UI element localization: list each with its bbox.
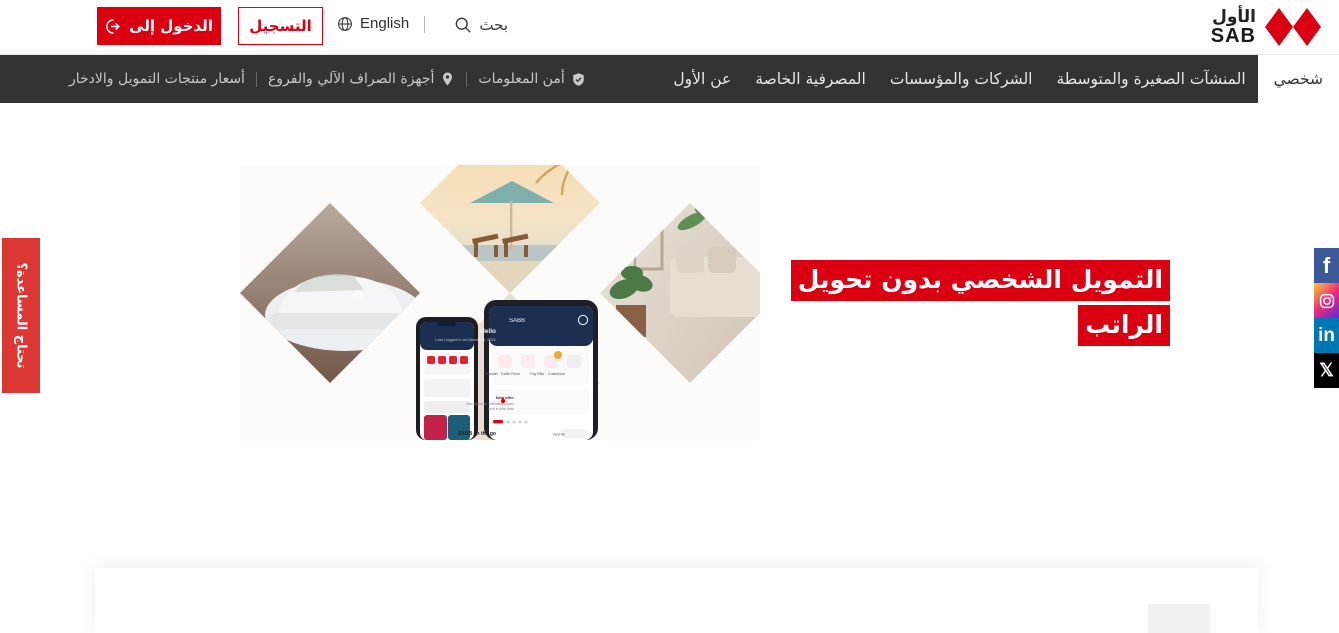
nav-item-label: أجهزة الصراف الآلي والفروع (267, 71, 435, 87)
linkedin-icon[interactable]: in (1314, 318, 1339, 353)
nav-item-about[interactable]: عن الأول (661, 55, 743, 103)
secondary-nav-divider (466, 71, 468, 87)
nav-item-label: شخصي (1273, 70, 1323, 88)
hero-collage-svg: SABB Hello Last Logged in on March 10, 2… (240, 165, 760, 440)
nav-item-label: أمن المعلومات (478, 71, 565, 87)
social-rail: f in 𝕏 (1314, 248, 1339, 388)
svg-text:Description of notifications g: Description of notifications goes (466, 402, 514, 406)
nav-item-information-security[interactable]: أمن المعلومات (471, 71, 592, 87)
linkedin-glyph: in (1318, 324, 1335, 346)
hero-section: SABB Hello Last Logged in on March 10, 2… (0, 103, 1339, 543)
nav-item-rates[interactable]: أسعار منتجات التمويل والادخار (62, 71, 252, 87)
sab-hexagon-logo-icon (1265, 8, 1321, 46)
svg-text:SABB on the go: SABB on the go (458, 431, 496, 437)
nav-item-label: المنشآت الصغيرة والمتوسطة (1056, 70, 1246, 88)
nav-item-label: عن الأول (673, 70, 732, 88)
nav-item-corporate[interactable]: الشركات والمؤسسات (878, 55, 1045, 103)
help-tab[interactable]: تحتاج المساعدة؟ (2, 238, 40, 393)
location-pin-icon (443, 72, 453, 86)
nav-item-personal[interactable]: شخصي (1257, 55, 1339, 103)
hero-headline-line2: الراتب (1078, 304, 1170, 346)
help-tab-label: تحتاج المساعدة؟ (13, 262, 29, 369)
page-root: الأول SAB الدخول إلى التسجيل English بحث (0, 0, 1339, 633)
login-button[interactable]: الدخول إلى (97, 7, 221, 45)
login-arrow-icon (106, 18, 120, 34)
hero-image: SABB Hello Last Logged in on March 10, 2… (240, 165, 760, 440)
login-button-label: الدخول إلى (129, 17, 213, 35)
globe-icon (338, 16, 352, 31)
secondary-nav-divider (255, 71, 257, 87)
brand-name-ar: الأول (1212, 6, 1256, 27)
svg-text:SABB: SABB (509, 318, 525, 324)
instagram-icon[interactable] (1314, 283, 1339, 318)
svg-text:Hello: Hello (480, 328, 496, 335)
brand-name-en: SAB (1210, 24, 1256, 47)
nav-item-sme[interactable]: المنشآت الصغيرة والمتوسطة (1045, 55, 1258, 103)
nav-item-label: المصرفية الخاصة (755, 70, 866, 88)
content-card (95, 568, 1258, 633)
hero-headline-line1: التمويل الشخصي بدون تحويل (790, 260, 1170, 301)
shield-check-icon (572, 72, 584, 86)
utility-bar: الأول SAB الدخول إلى التسجيل English بحث (0, 0, 1339, 55)
x-twitter-icon[interactable]: 𝕏 (1314, 353, 1339, 388)
svg-text:here in here lines: here in here lines (488, 407, 514, 411)
svg-text:View All: View All (552, 433, 565, 437)
hero-phone-small (416, 317, 478, 440)
brand-wordmark: الأول SAB (1210, 6, 1256, 47)
search-label: بحث (479, 16, 508, 34)
nav-item-label: أسعار منتجات التمويل والادخار (69, 71, 245, 87)
brand-logo[interactable]: الأول SAB (1211, 8, 1321, 46)
nav-item-label: الشركات والمؤسسات (889, 70, 1033, 88)
facebook-icon[interactable]: f (1314, 248, 1339, 283)
nav-item-private-banking[interactable]: المصرفية الخاصة (743, 55, 878, 103)
x-twitter-glyph: 𝕏 (1319, 360, 1334, 380)
language-switch[interactable]: English (337, 15, 409, 32)
language-switch-label: English (360, 15, 410, 32)
primary-nav-list: شخصي المنشآت الصغيرة والمتوسطة الشركات و… (661, 55, 1339, 103)
hero-headline: التمويل الشخصي بدون تحويل الراتب (790, 260, 1170, 346)
facebook-glyph: f (1322, 252, 1331, 278)
main-navigation: شخصي المنشآت الصغيرة والمتوسطة الشركات و… (0, 55, 1339, 103)
search-icon (456, 17, 472, 33)
svg-text:Last Logged in on March 10, 20: Last Logged in on March 10, 2021 (435, 337, 496, 342)
svg-text:Transfer: Transfer (485, 372, 499, 376)
svg-text:Pay Bills: Pay Bills (530, 372, 544, 376)
svg-text:Customize: Customize (548, 372, 565, 376)
nav-item-atm-branches[interactable]: أجهزة الصراف الآلي والفروع (261, 71, 462, 87)
utility-divider (424, 16, 425, 33)
search-button[interactable]: بحث (448, 16, 508, 34)
secondary-nav-list: أمن المعلومات أجهزة الصراف الآلي والفروع… (62, 55, 593, 103)
hero-headline-line2-row: الراتب (790, 304, 1170, 346)
register-button[interactable]: التسجيل (238, 7, 323, 45)
svg-text:Traffic Fines: Traffic Fines (500, 372, 520, 376)
card-placeholder-box[interactable] (1148, 604, 1210, 633)
hero-headline-line1-row: التمويل الشخصي بدون تحويل (790, 260, 1170, 301)
instagram-glyph (1319, 293, 1334, 308)
svg-text:New offer: New offer (496, 395, 515, 400)
